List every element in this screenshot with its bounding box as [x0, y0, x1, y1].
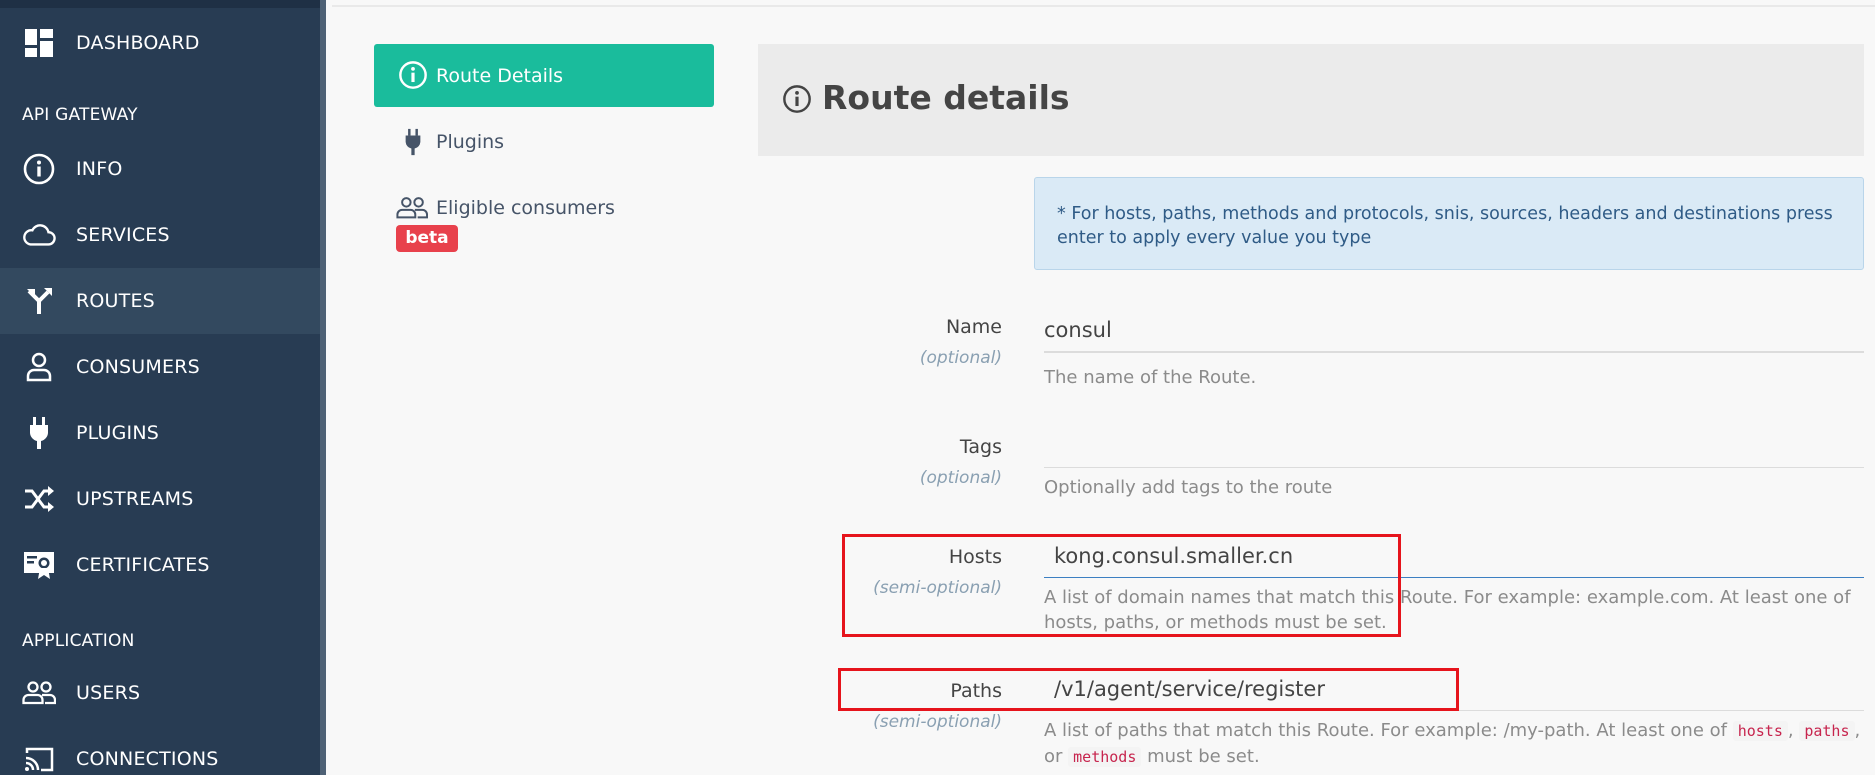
- sidebar-item-label: UPSTREAMS: [76, 488, 194, 510]
- tags-help: Optionally add tags to the route: [1044, 477, 1333, 498]
- name-help: The name of the Route.: [1044, 367, 1257, 388]
- name-optional-hint: (optional): [919, 348, 1002, 368]
- user-icon: [22, 350, 56, 384]
- sidebar-item-label: SERVICES: [76, 224, 170, 246]
- plug-icon: [22, 416, 56, 450]
- sidebar-top-strip: [0, 0, 326, 8]
- users-icon: [22, 676, 56, 710]
- shuffle-icon: [22, 482, 56, 516]
- hosts-highlight-box: [842, 534, 1401, 637]
- certificate-icon: [22, 548, 56, 582]
- code-paths: paths: [1799, 721, 1855, 741]
- subnav-label: Plugins: [436, 131, 505, 153]
- info-icon: [22, 152, 56, 186]
- subnav-label: Route Details: [436, 64, 564, 87]
- code-methods: methods: [1068, 747, 1142, 767]
- page-header: Route details: [758, 44, 1864, 156]
- info-alert: * For hosts, paths, methods and protocol…: [1034, 177, 1864, 270]
- plug-icon: [404, 128, 422, 160]
- sidebar: DASHBOARD API GATEWAY INFO SERVICES ROUT…: [0, 0, 326, 775]
- cast-icon: [22, 742, 56, 775]
- section-title-application: APPLICATION: [22, 631, 135, 651]
- sidebar-edge: [320, 0, 326, 775]
- sidebar-item-plugins[interactable]: PLUGINS: [0, 400, 320, 466]
- name-label: Name: [945, 316, 1002, 338]
- tags-optional-hint: (optional): [919, 468, 1002, 488]
- sidebar-item-certificates[interactable]: CERTIFICATES: [0, 532, 320, 598]
- subnav-eligible-consumers[interactable]: Eligible consumers: [396, 190, 696, 226]
- sidebar-item-dashboard[interactable]: DASHBOARD: [0, 10, 320, 76]
- top-divider: [332, 5, 1875, 7]
- cloud-icon: [22, 218, 56, 252]
- sidebar-item-routes[interactable]: ROUTES: [0, 268, 320, 334]
- code-hosts: hosts: [1732, 721, 1788, 741]
- subnav-label: Eligible consumers: [436, 197, 615, 219]
- sidebar-item-label: ROUTES: [76, 290, 155, 312]
- sidebar-item-label: CONNECTIONS: [76, 748, 219, 770]
- sidebar-item-connections[interactable]: CONNECTIONS: [0, 726, 320, 775]
- paths-help-prefix: A list of paths that match this Route. F…: [1044, 720, 1727, 741]
- subnav-plugins[interactable]: Plugins: [396, 124, 696, 160]
- sidebar-item-upstreams[interactable]: UPSTREAMS: [0, 466, 320, 532]
- info-icon: [398, 60, 428, 94]
- sidebar-item-info[interactable]: INFO: [0, 136, 320, 202]
- tags-label: Tags: [959, 436, 1002, 458]
- name-input[interactable]: [1044, 313, 1864, 353]
- users-icon: [396, 196, 429, 224]
- paths-highlight-box: [838, 668, 1459, 711]
- sidebar-item-label: DASHBOARD: [76, 32, 200, 54]
- sidebar-item-label: USERS: [76, 682, 141, 704]
- paths-help-sep: ,: [1787, 720, 1794, 741]
- sidebar-item-consumers[interactable]: CONSUMERS: [0, 334, 320, 400]
- page-title: Route details: [822, 78, 1070, 117]
- dashboard-icon: [22, 26, 56, 60]
- sidebar-item-users[interactable]: USERS: [0, 660, 320, 726]
- beta-badge: beta: [396, 225, 458, 252]
- sidebar-item-services[interactable]: SERVICES: [0, 202, 320, 268]
- sidebar-item-label: CONSUMERS: [76, 356, 200, 378]
- sidebar-item-label: CERTIFICATES: [76, 554, 210, 576]
- routes-icon: [22, 284, 56, 318]
- tags-input[interactable]: [1044, 428, 1864, 468]
- sidebar-item-label: INFO: [76, 158, 123, 180]
- paths-help: A list of paths that match this Route. F…: [1044, 718, 1864, 770]
- info-icon: [782, 84, 812, 118]
- section-title-api-gateway: API GATEWAY: [22, 105, 138, 125]
- paths-help-suffix: must be set.: [1147, 746, 1260, 767]
- sidebar-item-label: PLUGINS: [76, 422, 160, 444]
- paths-semi-optional-hint: (semi-optional): [873, 712, 1002, 732]
- subnav-route-details[interactable]: Route Details: [374, 44, 714, 107]
